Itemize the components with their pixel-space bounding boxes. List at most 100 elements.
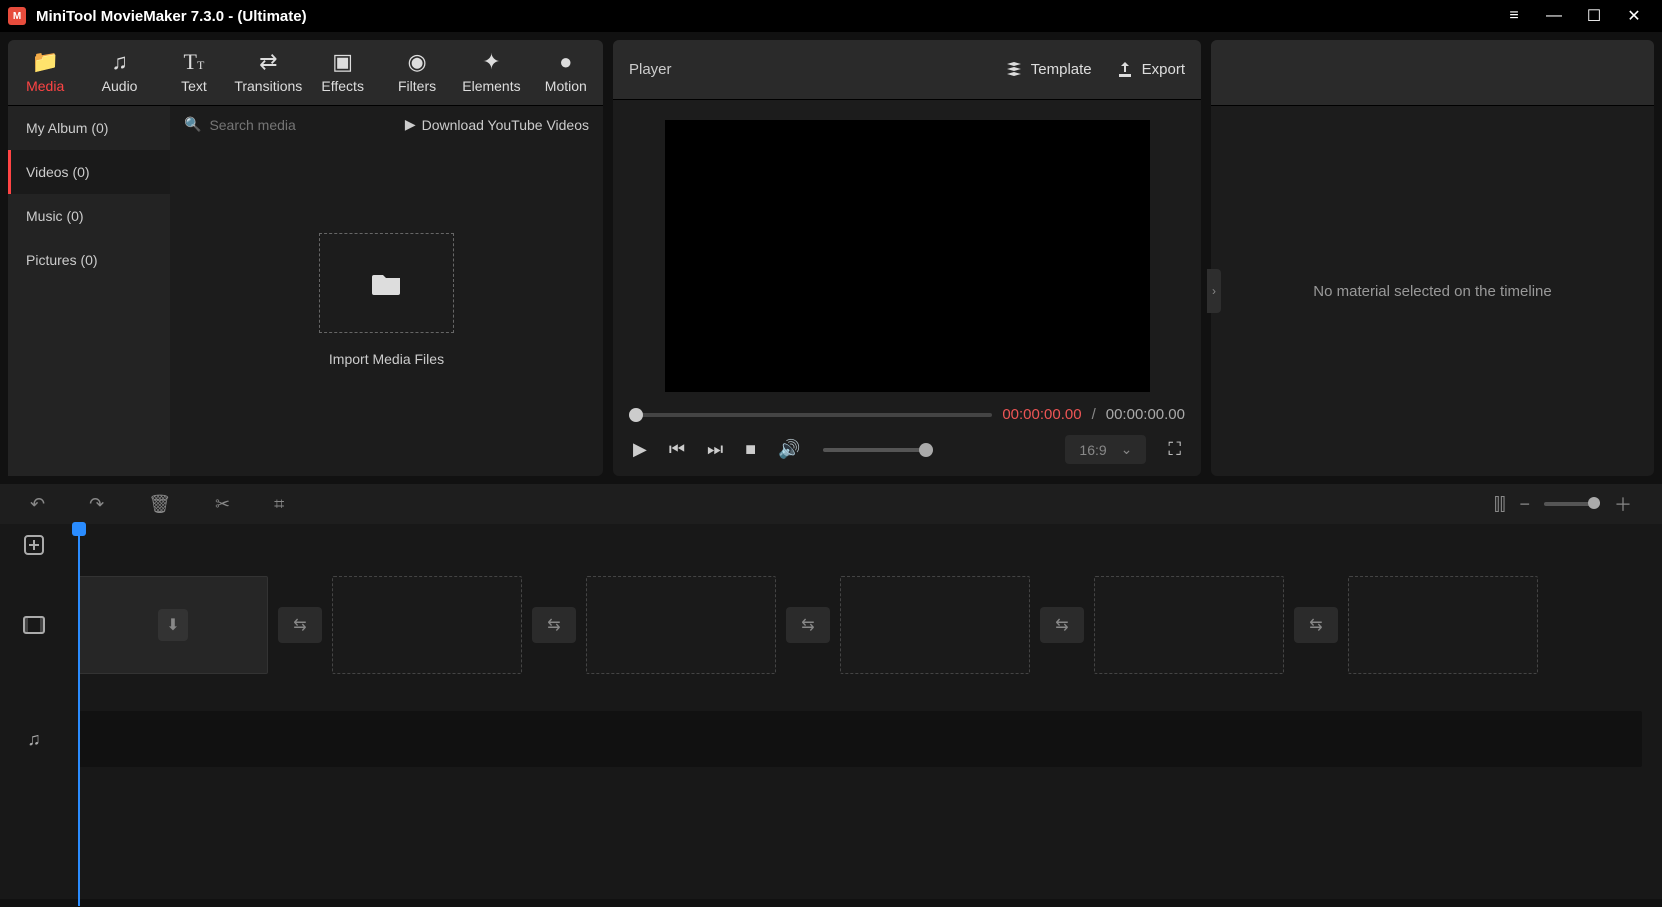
zoom-in-button[interactable]: ＋ <box>1614 491 1632 517</box>
tab-audio[interactable]: ♫ Audio <box>82 40 156 105</box>
playhead[interactable] <box>78 524 80 906</box>
chevron-down-icon: ⌄ <box>1121 441 1133 458</box>
audio-track[interactable] <box>68 684 1662 794</box>
import-media-dropzone[interactable] <box>319 233 454 333</box>
tab-motion[interactable]: ● Motion <box>529 40 603 105</box>
transitions-icon: ⇄ <box>231 48 305 76</box>
time-separator: / <box>1092 406 1096 423</box>
transition-slot[interactable]: ⇆ <box>1040 607 1084 643</box>
clip-slot[interactable] <box>586 576 776 674</box>
redo-button[interactable]: ↷ <box>89 494 104 515</box>
download-youtube-label: Download YouTube Videos <box>422 117 589 133</box>
effects-icon: ▣ <box>306 48 380 76</box>
timeline-toolbar: ↶ ↷ 🗑 ✂ ⌗ ⫿⫿ − ＋ <box>0 484 1662 524</box>
seek-handle[interactable] <box>629 408 643 422</box>
seek-bar[interactable] <box>629 413 992 417</box>
clip-slot[interactable] <box>840 576 1030 674</box>
properties-panel: › No material selected on the timeline <box>1211 40 1654 476</box>
zoom-fit-button[interactable]: ⫿⫿ <box>1494 494 1506 515</box>
media-panel: 📁 Media ♫ Audio TT Text ⇄ Transitions ▣ … <box>8 40 603 476</box>
time-total: 00:00:00.00 <box>1106 406 1185 423</box>
tab-filters-label: Filters <box>380 78 454 94</box>
tab-text-label: Text <box>157 78 231 94</box>
export-button[interactable]: Export <box>1116 61 1185 79</box>
media-icon: 📁 <box>8 48 82 76</box>
clip-slot[interactable]: ⬇ <box>78 576 268 674</box>
zoom-out-button[interactable]: − <box>1519 494 1530 515</box>
tab-filters[interactable]: ◉ Filters <box>380 40 454 105</box>
clip-slot[interactable] <box>1348 576 1538 674</box>
filters-icon: ◉ <box>380 48 454 76</box>
zoom-handle[interactable] <box>1588 497 1600 509</box>
tab-transitions[interactable]: ⇄ Transitions <box>231 40 305 105</box>
main-tab-bar: 📁 Media ♫ Audio TT Text ⇄ Transitions ▣ … <box>8 40 603 106</box>
zoom-slider[interactable] <box>1544 502 1600 506</box>
next-frame-button[interactable]: ⏭ <box>707 439 723 460</box>
audio-icon: ♫ <box>82 48 156 76</box>
tab-elements[interactable]: ✦ Elements <box>454 40 528 105</box>
transition-slot[interactable]: ⇆ <box>532 607 576 643</box>
transition-slot[interactable]: ⇆ <box>786 607 830 643</box>
menu-icon[interactable]: ≡ <box>1494 7 1534 25</box>
aspect-ratio-select[interactable]: 16:9 ⌄ <box>1065 435 1146 464</box>
media-sidebar: My Album (0) Videos (0) Music (0) Pictur… <box>8 106 170 476</box>
tab-effects[interactable]: ▣ Effects <box>306 40 380 105</box>
search-input[interactable] <box>209 117 359 133</box>
audio-track-icon: ♫ <box>0 684 68 794</box>
sidebar-item-myalbum[interactable]: My Album (0) <box>8 106 170 150</box>
tab-transitions-label: Transitions <box>231 78 305 94</box>
stop-button[interactable]: ■ <box>745 439 756 460</box>
volume-slider[interactable] <box>823 448 933 452</box>
split-button[interactable]: ✂ <box>215 494 230 515</box>
youtube-icon: ▶ <box>405 116 416 133</box>
add-track-button[interactable] <box>0 524 68 566</box>
timeline-ruler[interactable] <box>68 524 1662 566</box>
app-title: MiniTool MovieMaker 7.3.0 - (Ultimate) <box>36 8 307 25</box>
tab-motion-label: Motion <box>529 78 603 94</box>
window-close-button[interactable]: ✕ <box>1614 6 1654 26</box>
video-track[interactable]: ⬇ ⇆ ⇆ ⇆ ⇆ ⇆ <box>68 566 1662 684</box>
sidebar-item-videos[interactable]: Videos (0) <box>8 150 170 194</box>
transition-slot[interactable]: ⇆ <box>278 607 322 643</box>
time-current: 00:00:00.00 <box>1002 406 1081 423</box>
app-logo-icon: M <box>8 7 26 25</box>
tab-media[interactable]: 📁 Media <box>8 40 82 105</box>
window-maximize-button[interactable]: ☐ <box>1574 6 1614 26</box>
export-label: Export <box>1142 61 1185 78</box>
volume-handle[interactable] <box>919 443 933 457</box>
prev-frame-button[interactable]: ⏮ <box>669 439 685 460</box>
timeline: ♫ ⬇ ⇆ ⇆ ⇆ ⇆ ⇆ <box>0 524 1662 899</box>
sidebar-item-music[interactable]: Music (0) <box>8 194 170 238</box>
video-preview[interactable] <box>665 120 1150 392</box>
tab-text[interactable]: TT Text <box>157 40 231 105</box>
export-icon <box>1116 61 1134 79</box>
template-button[interactable]: Template <box>1005 61 1092 79</box>
search-wrap[interactable]: 🔍 <box>184 116 395 133</box>
fullscreen-button[interactable]: ⛶ <box>1168 439 1181 460</box>
clip-slot[interactable] <box>332 576 522 674</box>
tab-effects-label: Effects <box>306 78 380 94</box>
clip-slot[interactable] <box>1094 576 1284 674</box>
motion-icon: ● <box>529 48 603 76</box>
tab-audio-label: Audio <box>82 78 156 94</box>
player-panel: Player Template Export 00:00:00.00 / <box>613 40 1201 476</box>
volume-icon[interactable]: 🔊 <box>778 439 800 460</box>
properties-empty-message: No material selected on the timeline <box>1313 283 1551 300</box>
player-title: Player <box>629 61 672 78</box>
elements-icon: ✦ <box>454 48 528 76</box>
import-clip-icon: ⬇ <box>158 609 187 641</box>
transition-slot[interactable]: ⇆ <box>1294 607 1338 643</box>
template-icon <box>1005 61 1023 79</box>
delete-button[interactable]: 🗑 <box>148 494 171 515</box>
crop-button[interactable]: ⌗ <box>274 494 284 515</box>
download-youtube-button[interactable]: ▶ Download YouTube Videos <box>405 116 589 133</box>
sidebar-item-pictures[interactable]: Pictures (0) <box>8 238 170 282</box>
folder-icon <box>372 271 402 295</box>
title-bar: M MiniTool MovieMaker 7.3.0 - (Ultimate)… <box>0 0 1662 32</box>
undo-button[interactable]: ↶ <box>30 494 45 515</box>
audio-lane[interactable] <box>78 711 1642 767</box>
expand-properties-button[interactable]: › <box>1207 269 1221 313</box>
window-minimize-button[interactable]: — <box>1534 7 1574 25</box>
play-button[interactable]: ▶ <box>633 439 647 460</box>
tab-elements-label: Elements <box>454 78 528 94</box>
